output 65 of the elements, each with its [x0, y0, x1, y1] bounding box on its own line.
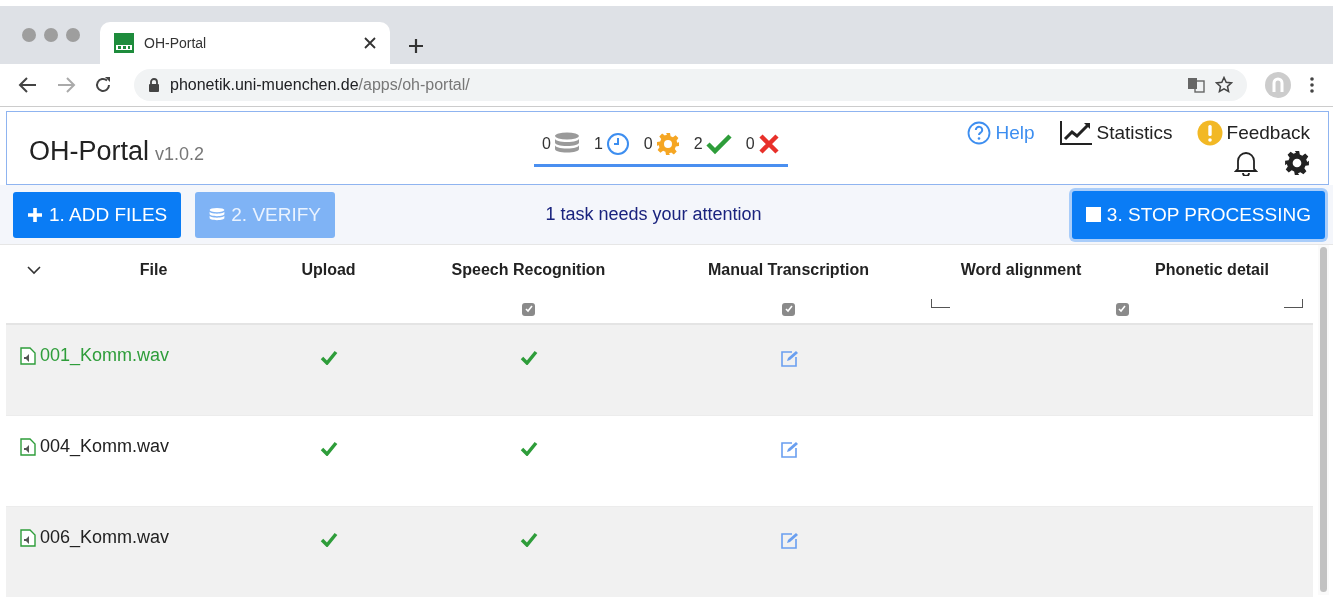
- close-icon[interactable]: [364, 37, 376, 49]
- question-icon: [967, 121, 992, 145]
- audio-file-icon: [20, 437, 36, 456]
- column-header: Speech Recognition: [450, 260, 607, 280]
- translate-icon[interactable]: [1187, 77, 1205, 93]
- address-bar[interactable]: phonetik.uni-muenchen.de/apps/oh-portal/: [134, 69, 1247, 101]
- status-count: 1: [593, 135, 603, 153]
- checkmark-icon: [705, 133, 732, 155]
- settings-icon[interactable]: [1284, 150, 1310, 176]
- line-chart-icon: [1058, 120, 1093, 146]
- window-minimize-dot[interactable]: [44, 28, 58, 42]
- edit-icon[interactable]: [779, 441, 798, 458]
- chevron-down-icon[interactable]: [26, 265, 41, 275]
- checkmark-icon: [319, 350, 338, 365]
- lock-icon: [148, 78, 160, 92]
- window-zoom-dot[interactable]: [66, 28, 80, 42]
- back-arrow-icon[interactable]: [18, 76, 38, 94]
- feedback-link[interactable]: Feedback: [1196, 120, 1310, 146]
- checkmark-icon: [319, 441, 338, 456]
- add-button[interactable]: 1. ADD FILES: [13, 191, 182, 238]
- plus-icon: [27, 206, 43, 223]
- column-header: Manual Transcription: [707, 260, 870, 280]
- stop-icon: [1085, 207, 1101, 222]
- edit-icon[interactable]: [779, 350, 798, 367]
- forward-arrow-icon[interactable]: [56, 76, 76, 94]
- stop-processing-button[interactable]: 3. STOP PROCESSING: [1071, 190, 1325, 239]
- scrollbar-thumb[interactable]: [1320, 247, 1327, 592]
- audio-file-icon: [20, 346, 36, 365]
- attention-message: 1 task needs your attention: [544, 204, 763, 225]
- statistics-link[interactable]: Statistics: [1058, 120, 1173, 146]
- star-icon[interactable]: [1215, 76, 1233, 94]
- column-header: Upload: [300, 260, 357, 280]
- cross-icon: [757, 133, 780, 155]
- checkmark-icon: [319, 532, 338, 547]
- file-name[interactable]: 006_Komm.wav: [40, 527, 170, 548]
- edit-icon[interactable]: [779, 532, 798, 549]
- tab-title: OH-Portal: [144, 35, 208, 51]
- checkbox[interactable]: [1115, 302, 1129, 316]
- checkbox[interactable]: [782, 302, 795, 316]
- clock-icon: [605, 132, 630, 156]
- version-label: v1.0.2: [155, 143, 205, 165]
- status-summary[interactable]: 0 1 0 2 0: [534, 124, 788, 167]
- file-name[interactable]: 004_Komm.wav: [40, 436, 170, 457]
- favicon-icon: [114, 33, 134, 53]
- new-tab-icon[interactable]: [406, 36, 426, 56]
- checkmark-icon: [519, 532, 538, 547]
- status-count: 0: [745, 135, 755, 153]
- reload-icon[interactable]: [94, 76, 112, 94]
- browser-tab[interactable]: OH-Portal: [100, 22, 390, 64]
- checkbox[interactable]: [522, 302, 535, 316]
- app-title: OH-Portal: [29, 135, 150, 167]
- checkmark-icon: [519, 350, 538, 365]
- audio-file-icon: [20, 528, 36, 547]
- status-count: 2: [693, 135, 703, 153]
- gear-icon: [655, 132, 680, 156]
- bell-icon[interactable]: [1234, 150, 1258, 176]
- checkmark-icon: [519, 441, 538, 456]
- status-count: 0: [643, 135, 653, 153]
- more-menu-icon[interactable]: [1309, 76, 1315, 94]
- window-close-dot[interactable]: [22, 28, 36, 42]
- column-header: File: [138, 260, 169, 280]
- exclamation-icon: [1196, 120, 1223, 146]
- column-header: Phonetic detail: [1154, 260, 1270, 280]
- column-header: Word alignment: [959, 260, 1083, 280]
- status-count: 0: [542, 135, 551, 153]
